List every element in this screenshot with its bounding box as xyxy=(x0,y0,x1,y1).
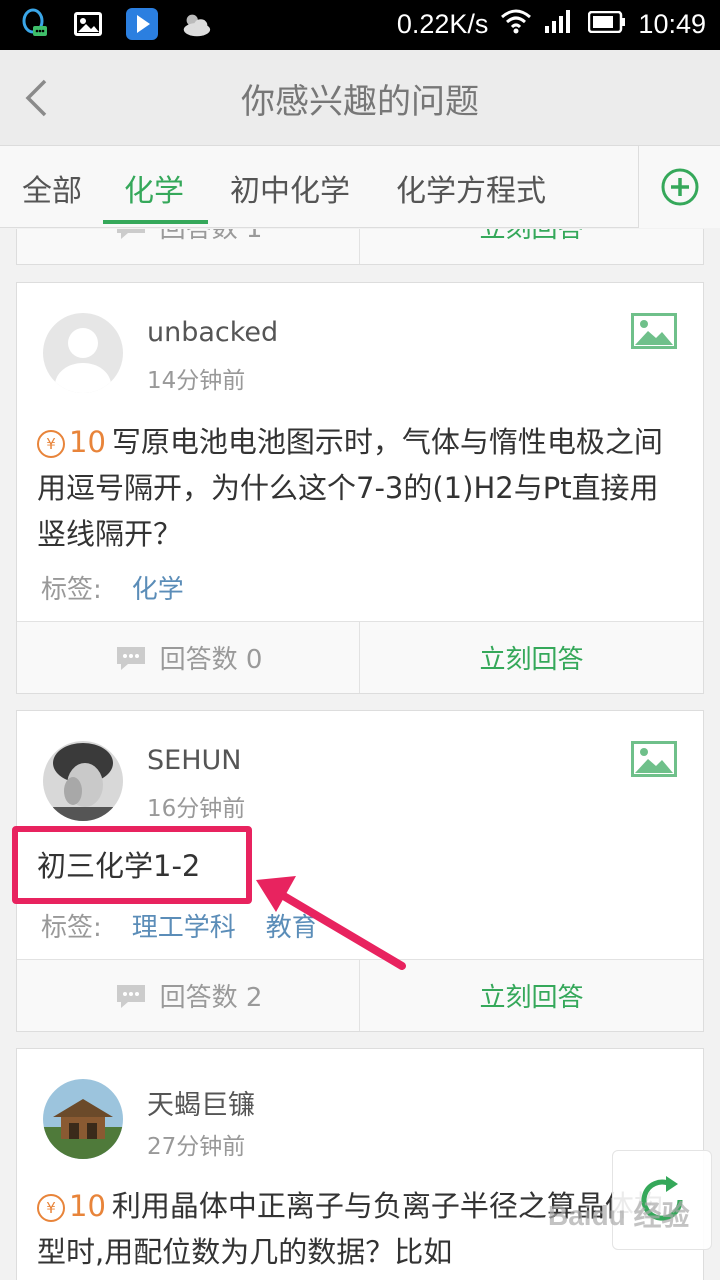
question-body: 写原电池电池图示时，气体与惰性电极之间用逗号隔开，为什么这个7-3的(1)H2与… xyxy=(37,425,663,551)
question-card[interactable]: 回答数 1 立刻回答 xyxy=(16,229,704,265)
tag-list: 标签: 化学 xyxy=(41,569,184,606)
reward-amount: 10 xyxy=(69,1189,106,1223)
annotation-highlight-box xyxy=(12,826,252,904)
reward-coin-icon: ¥ xyxy=(37,430,65,458)
tab-chemistry[interactable]: 化学 xyxy=(124,166,184,228)
post-time: 14分钟前 xyxy=(147,368,246,394)
tab-middle-school-chemistry[interactable]: 初中化学 xyxy=(230,166,350,228)
card-actions: 回答数 1 立刻回答 xyxy=(17,229,703,264)
answer-now-button[interactable]: 立刻回答 xyxy=(360,229,703,264)
title-bar: 你感兴趣的问题 xyxy=(0,50,720,146)
tag-item[interactable]: 化学 xyxy=(132,569,184,606)
avatar[interactable] xyxy=(43,741,123,821)
card-actions: 回答数 2 立刻回答 xyxy=(17,959,703,1031)
system-status: 0.22K/s 10:49 xyxy=(397,8,706,41)
network-speed: 0.22K/s xyxy=(396,9,489,39)
answer-count-button[interactable]: 回答数 1 xyxy=(17,229,360,264)
answer-count-button[interactable]: 回答数 2 xyxy=(17,960,360,1031)
active-tab-indicator xyxy=(103,220,208,224)
status-bar: 0.22K/s 10:49 xyxy=(0,0,720,50)
weather-icon xyxy=(180,8,212,40)
notification-icons xyxy=(18,8,212,40)
signal-icon xyxy=(544,8,576,41)
username[interactable]: SEHUN xyxy=(147,745,241,776)
battery-icon xyxy=(588,9,626,40)
tab-all[interactable]: 全部 xyxy=(22,166,82,228)
card-actions: 回答数 0 立刻回答 xyxy=(17,621,703,693)
answer-count: 回答数 1 xyxy=(159,229,263,244)
clock: 10:49 xyxy=(638,9,706,39)
tab-chemical-equations[interactable]: 化学方程式 xyxy=(396,166,546,228)
reward-coin-icon: ¥ xyxy=(37,1194,65,1222)
wifi-icon xyxy=(500,8,532,41)
plus-circle-icon xyxy=(661,168,698,206)
answer-count: 回答数 0 xyxy=(159,645,263,675)
answer-now-button[interactable]: 立刻回答 xyxy=(360,960,703,1031)
avatar[interactable] xyxy=(43,313,123,393)
answer-now-button[interactable]: 立刻回答 xyxy=(360,622,703,693)
gallery-notification-icon xyxy=(72,8,104,40)
tag-list: 标签: 理工学科 教育 xyxy=(41,907,318,944)
question-feed[interactable]: 回答数 1 立刻回答 unbacked 14分钟前 ¥10 写原电池电池图示时，气… xyxy=(0,229,720,1280)
question-text[interactable]: ¥10 写原电池电池图示时，气体与惰性电极之间用逗号隔开，为什么这个7-3的(1)… xyxy=(37,419,681,557)
avatar[interactable] xyxy=(43,1079,123,1159)
tags-label: 标签: xyxy=(41,575,102,605)
page-title: 你感兴趣的问题 xyxy=(241,82,479,122)
watermark: Baidu 经验 xyxy=(548,1200,690,1231)
video-player-icon xyxy=(126,8,158,40)
tags-label: 标签: xyxy=(41,913,102,943)
tag-item[interactable]: 理工学科 xyxy=(132,907,236,944)
comment-icon xyxy=(116,646,145,670)
answer-count: 回答数 2 xyxy=(159,983,263,1013)
tag-item[interactable]: 教育 xyxy=(266,907,318,944)
post-time: 27分钟前 xyxy=(147,1134,246,1160)
add-topic-button[interactable] xyxy=(638,146,720,228)
post-time: 16分钟前 xyxy=(147,796,246,822)
answer-count-button[interactable]: 回答数 0 xyxy=(17,622,360,693)
reward-amount: 10 xyxy=(69,425,106,459)
comment-icon xyxy=(116,984,145,1008)
question-card[interactable]: 天蝎巨镰 27分钟前 ¥10 利用晶体中正离子与负离子半径之算晶体构型时,用配位数… xyxy=(16,1048,704,1280)
question-card[interactable]: unbacked 14分钟前 ¥10 写原电池电池图示时，气体与惰性电极之间用逗号… xyxy=(16,282,704,694)
qq-notification-icon xyxy=(18,8,50,40)
topic-tabs: 全部 化学 初中化学 化学方程式 xyxy=(0,146,720,228)
username[interactable]: unbacked xyxy=(147,317,278,348)
image-icon xyxy=(631,741,677,777)
image-icon xyxy=(631,313,677,349)
username[interactable]: 天蝎巨镰 xyxy=(147,1083,255,1122)
comment-icon xyxy=(116,229,145,239)
